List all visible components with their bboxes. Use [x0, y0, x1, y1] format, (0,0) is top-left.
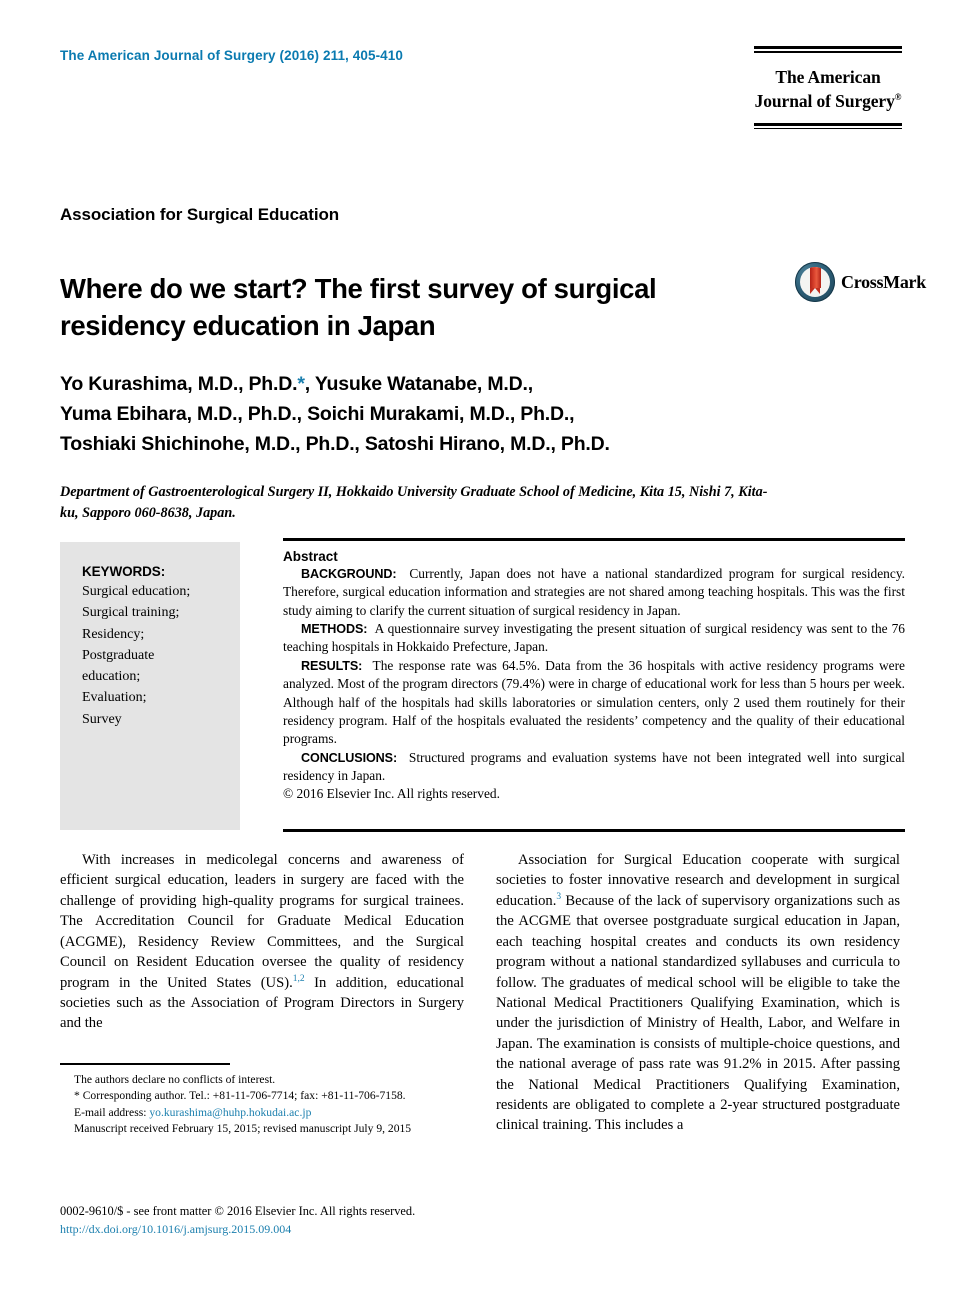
author-list: Yo Kurashima, M.D., Ph.D.*, Yusuke Watan…	[60, 369, 780, 460]
email-link[interactable]: yo.kurashima@huhp.hokudai.ac.jp	[149, 1106, 311, 1119]
abstract-results-text: The response rate was 64.5%. Data from t…	[283, 657, 905, 747]
logo-wordmark: The American Journal of Surgery®	[754, 53, 902, 123]
crossmark-badge[interactable]: CrossMark	[795, 262, 926, 302]
abstract-results: RESULTS: The response rate was 64.5%. Da…	[283, 657, 905, 749]
logo-line-2: Journal of Surgery®	[754, 90, 902, 111]
crossmark-icon	[795, 262, 835, 302]
author-line-3: Toshiaki Shichinohe, M.D., Ph.D., Satosh…	[60, 433, 610, 456]
keyword-item: Residency;	[82, 626, 145, 642]
abstract-background: BACKGROUND: Currently, Japan does not ha…	[283, 565, 905, 620]
abstract-conclusions-label: CONCLUSIONS:	[301, 750, 398, 765]
abstract-rule-top	[283, 538, 905, 541]
citation-reference[interactable]: 1,2	[293, 974, 305, 984]
crossmark-label: CrossMark	[841, 271, 926, 292]
journal-reference: The American Journal of Surgery (2016) 2…	[60, 48, 404, 63]
section-label: Association for Surgical Education	[60, 205, 340, 224]
keyword-item: Evaluation;	[82, 690, 147, 706]
author-line-1: Yo Kurashima, M.D., Ph.D.	[60, 373, 298, 395]
abstract-results-label: RESULTS:	[301, 658, 363, 673]
keywords-title: KEYWORDS:	[82, 564, 166, 579]
abstract-methods-label: METHODS:	[301, 622, 368, 637]
body-right-text-2: Because of the lack of supervisory organ…	[496, 892, 900, 1134]
footnote-corresponding-author: * Corresponding author. Tel.: +81-11-706…	[74, 1089, 406, 1103]
abstract-rule-bottom	[283, 829, 905, 832]
keyword-item: education;	[82, 669, 141, 685]
author-line-2: Yuma Ebihara, M.D., Ph.D., Soichi Muraka…	[60, 403, 575, 426]
doi-link[interactable]: http://dx.doi.org/10.1016/j.amjsurg.2015…	[60, 1221, 415, 1238]
page-title: Where do we start? The first survey of s…	[60, 273, 657, 342]
keyword-item: Surgical education;	[82, 584, 191, 599]
abstract-methods: METHODS: A questionnaire survey investig…	[283, 620, 905, 657]
footnote-email: E-mail address: yo.kurashima@huhp.hokuda…	[60, 1105, 464, 1121]
registered-trademark-icon: ®	[894, 91, 902, 102]
footnote-divider	[60, 1063, 230, 1065]
author-line-1-cont: , Yusuke Watanabe, M.D.,	[304, 373, 533, 395]
keywords-box: KEYWORDS: Surgical education; Surgical t…	[60, 542, 240, 830]
abstract-section: Abstract BACKGROUND: Currently, Japan do…	[283, 538, 905, 804]
keyword-item: Surgical training;	[82, 605, 180, 621]
body-left-text-1: With increases in medicolegal concerns a…	[60, 852, 464, 991]
body-column-right: Association for Surgical Education coope…	[496, 850, 900, 1136]
body-paragraph: With increases in medicolegal concerns a…	[60, 850, 464, 1034]
email-label: E-mail address:	[74, 1105, 147, 1119]
abstract-conclusions: CONCLUSIONS: Structured programs and eva…	[283, 749, 905, 786]
page-footer: 0002-9610/$ - see front matter © 2016 El…	[60, 1203, 415, 1238]
affiliation: Department of Gastroenterological Surger…	[60, 484, 768, 522]
issn-line: 0002-9610/$ - see front matter © 2016 El…	[60, 1204, 416, 1218]
article-page: The American Journal of Surgery (2016) 2…	[0, 0, 960, 1290]
footnote-manuscript-dates: Manuscript received February 15, 2015; r…	[74, 1122, 412, 1136]
footnotes: The authors declare no conflicts of inte…	[60, 1072, 464, 1138]
logo-rule-bottom	[754, 122, 902, 130]
abstract-methods-text: A questionnaire survey investigating the…	[283, 621, 905, 655]
logo-line-1: The American	[775, 66, 881, 87]
keywords-list: Surgical education; Surgical training; R…	[82, 581, 226, 730]
journal-logo: The American Journal of Surgery®	[754, 46, 902, 130]
footnote-conflicts: The authors declare no conflicts of inte…	[74, 1073, 276, 1086]
corresponding-author-marker[interactable]: *	[297, 373, 305, 395]
keyword-item: Postgraduate	[82, 647, 155, 663]
abstract-copyright: © 2016 Elsevier Inc. All rights reserved…	[283, 786, 500, 802]
keyword-item: Survey	[82, 711, 122, 727]
body-paragraph: Association for Surgical Education coope…	[496, 850, 900, 1136]
abstract-background-label: BACKGROUND:	[301, 567, 397, 581]
body-column-left: With increases in medicolegal concerns a…	[60, 850, 464, 1034]
abstract-title: Abstract	[283, 549, 338, 564]
